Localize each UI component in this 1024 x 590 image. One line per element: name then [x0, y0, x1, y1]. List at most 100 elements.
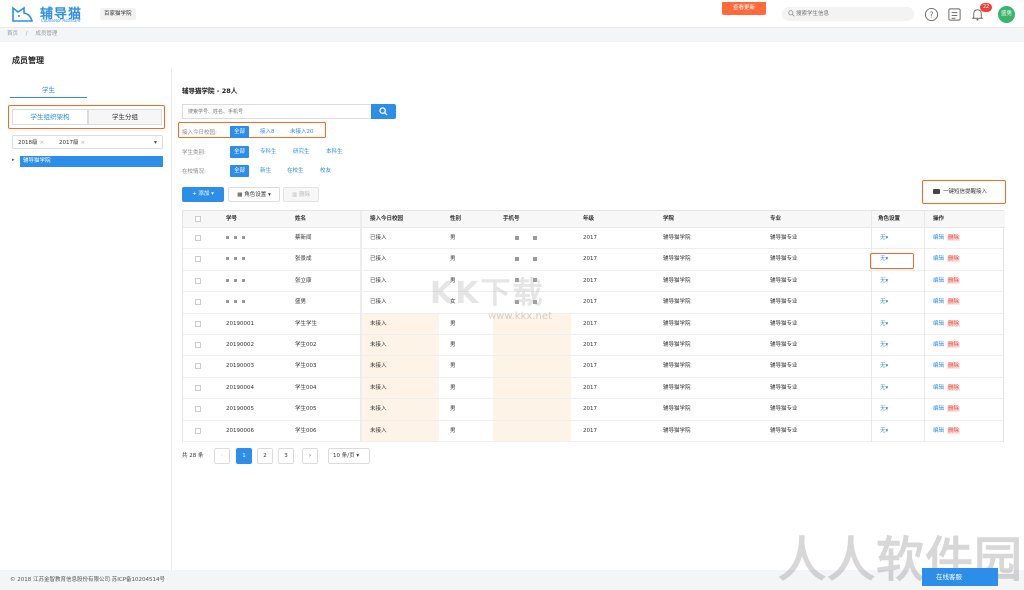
prev-page-button[interactable]: ‹: [214, 448, 230, 464]
row-checkbox[interactable]: [195, 256, 201, 263]
edit-link[interactable]: 编辑: [933, 299, 944, 305]
filter-option-not-connected[interactable]: 未接入20: [287, 126, 317, 138]
tab-org-structure[interactable]: 学生组织架构: [12, 109, 88, 125]
close-icon[interactable]: ×: [81, 140, 86, 146]
filter-option-all[interactable]: 全部: [230, 165, 250, 177]
redacted-mark: [226, 257, 229, 261]
row-checkbox[interactable]: [195, 363, 201, 370]
breadcrumb-home[interactable]: 首页: [7, 31, 18, 37]
filter-option-all[interactable]: 全部: [230, 146, 250, 158]
major: 辅导猫专业: [770, 277, 798, 284]
delete-link[interactable]: 删除: [947, 320, 961, 327]
edit-link[interactable]: 编辑: [933, 363, 944, 369]
delete-link[interactable]: 删除: [947, 384, 961, 391]
filter-option-enrolled[interactable]: 在校生: [284, 165, 307, 177]
add-button[interactable]: + 添加 ▾: [182, 187, 224, 202]
logo[interactable]: 辅导猫 Counselor Assistant: [10, 3, 100, 25]
search-button[interactable]: [371, 104, 396, 119]
delete-link[interactable]: 删除: [947, 406, 961, 413]
online-chat-button[interactable]: 在线客服: [922, 568, 998, 586]
school-tag[interactable]: 百家猫学院: [100, 8, 136, 20]
row-checkbox[interactable]: [195, 342, 201, 348]
role-select[interactable]: 无▾: [880, 421, 888, 442]
student-name: 学生004: [295, 384, 317, 391]
role-select[interactable]: 无▾: [880, 356, 888, 377]
search-icon: [379, 107, 388, 116]
avatar[interactable]: 盛男: [998, 6, 1015, 23]
role-select[interactable]: 无▾: [880, 292, 888, 313]
delete-link[interactable]: 删除: [947, 427, 961, 434]
row-checkbox[interactable]: [195, 427, 201, 434]
redacted-mark: [515, 256, 519, 261]
role-settings-button[interactable]: ▦ 角色设置 ▾: [228, 187, 280, 202]
sms-remind-button[interactable]: 一键短信提醒接入: [922, 180, 1006, 204]
filter-option-connected[interactable]: 接入8: [257, 126, 278, 138]
top-bar: 辅导猫 Counselor Assistant 百家猫学院 查看更新 ? 22 …: [0, 0, 1024, 28]
delete-button[interactable]: ▥ 删除: [283, 187, 319, 202]
filter-option-alumni[interactable]: 校友: [317, 165, 334, 177]
tab-student-groups[interactable]: 学生分组: [88, 109, 162, 125]
row-actions: 编辑 删除: [933, 249, 961, 270]
row-checkbox[interactable]: [195, 320, 201, 327]
delete-link[interactable]: 删除: [947, 299, 961, 306]
close-icon[interactable]: ×: [40, 140, 45, 146]
edit-link[interactable]: 编辑: [933, 406, 944, 412]
next-page-button[interactable]: ›: [302, 448, 318, 464]
grade: 2017: [583, 299, 597, 306]
tab-students[interactable]: 学生: [10, 84, 87, 98]
role-select[interactable]: 无▾: [880, 335, 888, 356]
page-button[interactable]: 3: [278, 448, 294, 464]
delete-link[interactable]: 删除: [947, 277, 961, 284]
profile-card-icon[interactable]: [947, 7, 962, 22]
phone-redacted: [515, 228, 551, 249]
edit-link[interactable]: 编辑: [933, 278, 944, 284]
edit-link[interactable]: 编辑: [933, 428, 944, 434]
student-id-redacted: [226, 249, 250, 270]
filter-option-graduate[interactable]: 研究生: [290, 146, 313, 158]
filter-option-junior[interactable]: 专科生: [257, 146, 280, 158]
left-sidebar: 学生 学生组织架构 学生分组 2018级 × 2017级 × ▾ ▸ 辅导猫学院: [0, 67, 172, 570]
row-checkbox[interactable]: [195, 406, 201, 413]
row-checkbox[interactable]: [195, 299, 201, 306]
role-select[interactable]: 无▾: [880, 314, 888, 335]
role-select[interactable]: 无▾: [880, 228, 888, 249]
page-button[interactable]: 1: [236, 448, 252, 464]
row-checkbox[interactable]: [195, 384, 201, 391]
tree-node-college[interactable]: 辅导猫学院: [20, 156, 163, 167]
college: 辅导猫学院: [663, 256, 691, 263]
edit-link[interactable]: 编辑: [933, 235, 944, 241]
delete-link[interactable]: 删除: [947, 235, 961, 241]
message-icon: [933, 189, 940, 194]
tree-expand-icon[interactable]: ▸: [12, 157, 15, 163]
edit-link[interactable]: 编辑: [933, 385, 944, 391]
page-button[interactable]: 2: [257, 448, 273, 464]
grade-select[interactable]: 2018级 × 2017级 × ▾: [12, 135, 163, 149]
edit-link[interactable]: 编辑: [933, 342, 944, 348]
edit-link[interactable]: 编辑: [933, 256, 944, 262]
edit-link[interactable]: 编辑: [933, 321, 944, 327]
filter-option-undergrad[interactable]: 本科生: [323, 146, 346, 158]
row-checkbox[interactable]: [195, 277, 201, 284]
student-search-input[interactable]: [182, 104, 372, 119]
filter-option-freshman[interactable]: 新生: [257, 165, 274, 177]
select-all-checkbox[interactable]: [195, 216, 201, 222]
redacted-mark: [234, 257, 237, 261]
help-icon[interactable]: ?: [924, 7, 939, 22]
access-status: 已接入: [370, 299, 387, 306]
role-select[interactable]: 无▾: [880, 378, 888, 399]
delete-link[interactable]: 删除: [947, 256, 961, 263]
page-size-select[interactable]: 10 条/页 ▾: [328, 448, 370, 464]
role-select[interactable]: 无▾: [880, 399, 888, 420]
grade-chip[interactable]: 2018级 ×: [18, 138, 44, 146]
global-search-input[interactable]: [796, 7, 906, 21]
filter-option-all[interactable]: 全部: [230, 126, 250, 138]
grade-chip[interactable]: 2017级 ×: [59, 138, 85, 146]
check-updates-button[interactable]: 查看更新: [722, 2, 766, 15]
delete-link[interactable]: 删除: [947, 342, 961, 348]
student-id: 20190003: [226, 363, 254, 370]
row-checkbox[interactable]: [195, 235, 201, 241]
delete-link[interactable]: 删除: [947, 363, 961, 370]
global-search[interactable]: [782, 7, 914, 21]
role-select[interactable]: 无▾: [880, 271, 888, 292]
redacted-mark: [533, 256, 537, 261]
